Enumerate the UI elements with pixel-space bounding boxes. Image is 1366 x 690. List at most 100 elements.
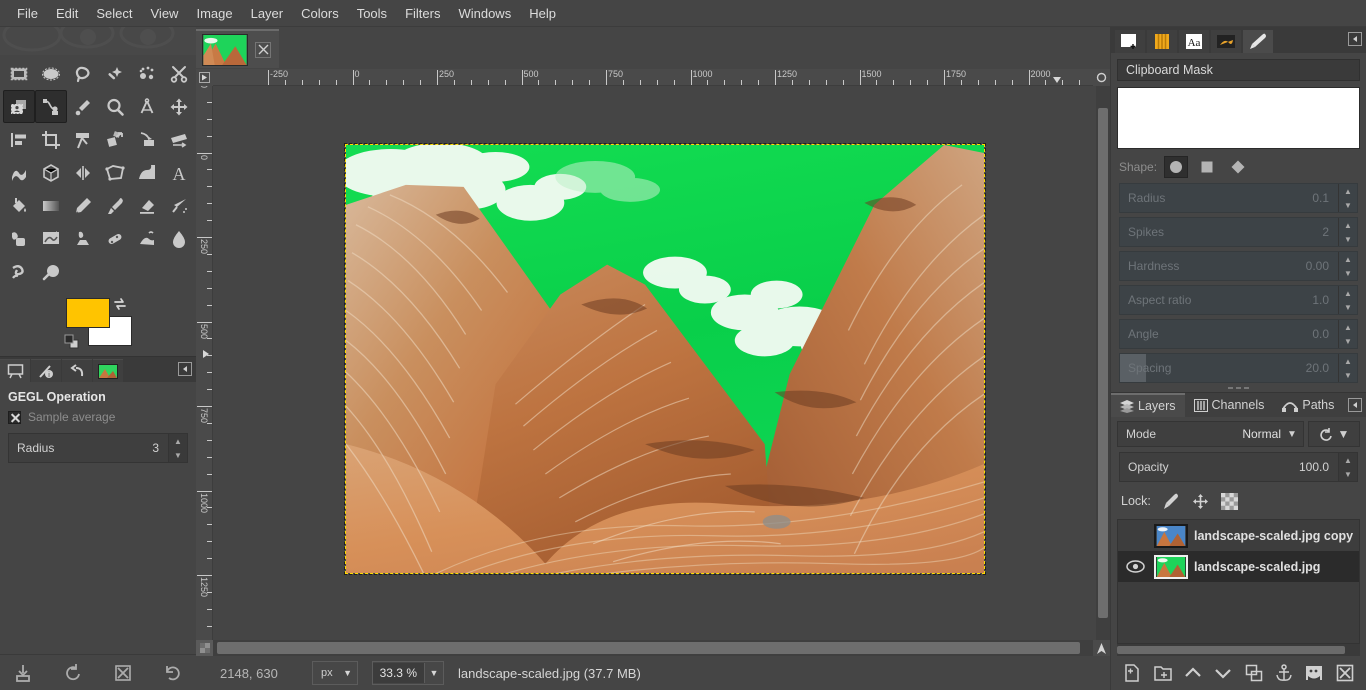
tool-perspective-clone[interactable] [67,222,99,255]
brush-spikes-spin-buttons[interactable]: ▲ ▼ [1338,218,1357,246]
brush-spacing-spin-buttons[interactable]: ▲ ▼ [1338,354,1357,382]
tool-fuzzy-select[interactable] [99,57,131,90]
tool-text[interactable]: A [163,156,195,189]
reset-tool-options-icon[interactable] [163,663,183,683]
layer-opacity-spin-buttons[interactable]: ▲ ▼ [1338,453,1357,481]
layer-row[interactable]: landscape-scaled.jpg [1118,551,1359,582]
brush-spacing-spinner[interactable]: Spacing 20.0 ▲ ▼ [1119,353,1358,383]
opacity-up[interactable]: ▲ [1339,453,1357,467]
brush-spacing-down[interactable]: ▼ [1339,368,1357,382]
canvas-image-landscape[interactable] [344,143,986,575]
canvas[interactable] [213,86,1096,640]
brush-radius-up[interactable]: ▲ [1339,184,1357,198]
dock-tab-images[interactable] [93,359,123,382]
layer-list[interactable]: landscape-scaled.jpg copy landscape-scal… [1117,519,1360,644]
lower-layer-button[interactable] [1212,662,1234,684]
dock-tab-fonts[interactable]: Aa [1179,30,1209,53]
new-layer-button[interactable] [1121,662,1143,684]
tool-move[interactable] [163,90,195,123]
tool-flip[interactable] [67,156,99,189]
quick-mask-button[interactable] [196,640,213,656]
navigation-preview-button[interactable] [1093,640,1110,656]
tool-cage-transform[interactable] [99,156,131,189]
menu-item-layer[interactable]: Layer [242,3,293,24]
radius-spin-buttons[interactable]: ▲ ▼ [168,434,187,462]
brush-hardness-spinner[interactable]: Hardness 0.00 ▲ ▼ [1119,251,1358,281]
tool-unified-transform[interactable] [3,156,35,189]
tool-crop[interactable] [35,123,67,156]
tool-smudge-alt[interactable] [3,255,35,288]
layer-list-horizontal-scrollbar[interactable] [1117,644,1360,656]
tool-eraser[interactable] [131,189,163,222]
layer-row[interactable]: landscape-scaled.jpg copy [1118,520,1359,551]
unit-selector[interactable]: px ▼ [312,661,358,685]
brush-aspect-spin-buttons[interactable]: ▲ ▼ [1338,286,1357,314]
foreground-color-swatch[interactable] [66,298,110,328]
horizontal-scrollbar-thumb[interactable] [217,642,1080,654]
restore-tool-preset-icon[interactable] [63,663,83,683]
menu-item-windows[interactable]: Windows [449,3,520,24]
save-tool-preset-icon[interactable] [13,663,33,683]
layers-dock-menu-icon[interactable] [1348,398,1362,412]
layer-opacity-slider[interactable]: Opacity 100.0 ▲ ▼ [1119,452,1358,482]
brush-aspect-up[interactable]: ▲ [1339,286,1357,300]
dock-tab-undo-history[interactable] [62,359,92,382]
brush-angle-spinner[interactable]: Angle 0.0 ▲ ▼ [1119,319,1358,349]
canvas-horizontal-scrollbar[interactable] [213,640,1093,656]
delete-tool-preset-icon[interactable] [113,663,133,683]
brush-spacing-up[interactable]: ▲ [1339,354,1357,368]
layer-mode-selector[interactable]: Mode Normal ▼ [1117,421,1304,447]
unit-chevron-down-icon[interactable]: ▼ [339,668,357,678]
tool-free-select[interactable] [67,57,99,90]
shape-circle-button[interactable] [1164,156,1189,178]
tool-select-by-color[interactable] [131,57,163,90]
image-tab-close-button[interactable] [255,41,271,58]
sample-average-checkbox[interactable] [8,410,21,424]
dock-tab-device-status[interactable]: i [31,359,61,382]
tool-perspective[interactable] [163,123,195,156]
tool-color-picker[interactable] [67,90,99,123]
tool-scissors-select[interactable] [163,57,195,90]
ruler-origin-button[interactable] [196,69,213,86]
dock-menu-icon[interactable] [178,362,192,376]
zoom-selector[interactable]: 33.3 % ▼ [371,661,444,685]
dock-tab-document-history[interactable] [1211,30,1241,53]
tool-handle-transform[interactable] [35,156,67,189]
tool-blur-sharpen[interactable] [99,222,131,255]
layer-mode-switch-group[interactable]: ▼ [1308,421,1360,447]
brush-hardness-down[interactable]: ▼ [1339,266,1357,280]
opacity-down[interactable]: ▼ [1339,467,1357,481]
zoom-chevron-down-icon[interactable]: ▼ [425,668,443,678]
radius-spinner[interactable]: Radius 3 ▲ ▼ [8,433,188,463]
menu-item-filters[interactable]: Filters [396,3,449,24]
swap-colors-icon[interactable] [112,296,128,312]
vertical-scrollbar-thumb[interactable] [1098,108,1108,618]
menu-item-image[interactable]: Image [187,3,241,24]
lock-pixels-icon[interactable] [1163,493,1180,510]
tool-paintbrush[interactable] [99,189,131,222]
horizontal-ruler[interactable]: -250 0 250 500 750 1000 1250 1500 1750 2000 [213,69,1093,86]
brush-hardness-spin-buttons[interactable]: ▲ ▼ [1338,252,1357,280]
tool-measure[interactable] [131,90,163,123]
canvas-vertical-scrollbar[interactable] [1096,86,1110,640]
menu-item-tools[interactable]: Tools [348,3,396,24]
tab-channels[interactable]: Channels [1184,393,1274,417]
brush-spikes-up[interactable]: ▲ [1339,218,1357,232]
brush-spikes-spinner[interactable]: Spikes 2 ▲ ▼ [1119,217,1358,247]
dock-separator-handle[interactable] [1111,383,1366,392]
lock-alpha-icon[interactable] [1220,492,1238,510]
brush-dock-menu-icon[interactable] [1348,32,1362,46]
tool-bucket-fill[interactable] [3,189,35,222]
add-layer-mask-button[interactable] [1303,662,1325,684]
radius-spin-down[interactable]: ▼ [169,448,187,462]
dock-tab-brush-editor[interactable] [1243,30,1273,53]
menu-item-help[interactable]: Help [520,3,565,24]
tool-warp-transform[interactable] [131,156,163,189]
delete-layer-button[interactable] [1334,662,1356,684]
blend-space-chevron-down-icon[interactable]: ▼ [1338,427,1350,441]
menu-item-edit[interactable]: Edit [47,3,87,24]
anchor-layer-button[interactable] [1273,662,1295,684]
duplicate-layer-button[interactable] [1243,662,1265,684]
menu-item-colors[interactable]: Colors [292,3,348,24]
menu-item-view[interactable]: View [142,3,188,24]
